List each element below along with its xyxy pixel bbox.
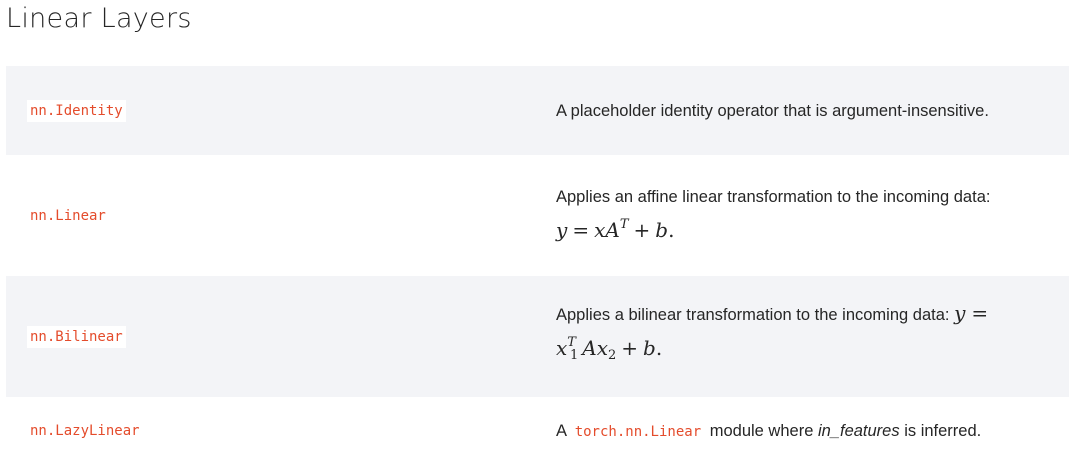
formula-x: x — [594, 218, 606, 242]
formula-x1: x — [556, 336, 568, 360]
linear-layers-table: nn.Identity A placeholder identity opera… — [6, 66, 1069, 465]
description-text: A placeholder identity operator that is … — [556, 101, 989, 120]
formula-y-symbol: y — [954, 301, 966, 325]
formula-x2: x — [596, 336, 608, 360]
description-text: Applies an affine linear transformation … — [556, 188, 991, 206]
table-row: nn.Identity A placeholder identity opera… — [6, 66, 1069, 155]
description-middle: module where — [709, 421, 814, 440]
formula-subscript-1: 1 — [569, 348, 579, 363]
description-cell: Applies a bilinear transformation to the… — [556, 276, 1056, 397]
formula-plus: + — [633, 218, 651, 242]
table-row: nn.LazyLinear A torch.nn.Linear module w… — [6, 397, 1069, 465]
formula-y: y — [556, 218, 568, 242]
description-line: Applies a bilinear transformation to the… — [556, 301, 1056, 327]
page-title: Linear Layers — [6, 3, 192, 34]
formula-y: y = — [954, 301, 988, 325]
nn-linear-link[interactable]: nn.Linear — [27, 205, 109, 227]
formula-equals: = — [572, 218, 590, 242]
description-line: A torch.nn.Linear module where in_featur… — [556, 419, 1056, 444]
linear-formula: y = xAT + b. — [556, 209, 1056, 246]
torch-nn-linear-link[interactable]: torch.nn.Linear — [571, 424, 705, 440]
formula-equals: = — [971, 301, 989, 325]
description-suffix: is inferred. — [904, 421, 982, 440]
description-emphasis: in_features — [817, 421, 900, 440]
name-cell: nn.Bilinear — [27, 276, 126, 397]
table-row: nn.Linear Applies an affine linear trans… — [6, 155, 1069, 276]
formula-period: . — [668, 218, 675, 242]
formula-plus: + — [621, 336, 639, 360]
nn-lazylinear-link[interactable]: nn.LazyLinear — [27, 420, 143, 442]
description-prefix: A — [556, 421, 567, 440]
description-text: Applies a bilinear transformation to the… — [556, 306, 950, 324]
name-cell: nn.LazyLinear — [27, 397, 143, 465]
bilinear-formula: xT1 Ax2 + b. — [556, 327, 1056, 372]
formula-a: A — [582, 336, 597, 360]
description-cell: Applies an affine linear transformation … — [556, 155, 1056, 276]
nn-identity-link[interactable]: nn.Identity — [27, 99, 126, 122]
name-cell: nn.Identity — [27, 66, 126, 155]
description-cell: A placeholder identity operator that is … — [556, 66, 1056, 155]
formula-period: . — [655, 336, 663, 360]
formula-b: b — [643, 336, 656, 360]
formula-a: A — [605, 218, 620, 242]
formula-b: b — [655, 218, 669, 242]
formula-subscript-2: 2 — [607, 348, 617, 363]
description-cell: A torch.nn.Linear module where in_featur… — [556, 397, 1056, 465]
name-cell: nn.Linear — [27, 155, 109, 276]
nn-bilinear-link[interactable]: nn.Bilinear — [27, 325, 126, 348]
table-row: nn.Bilinear Applies a bilinear transform… — [6, 276, 1069, 397]
